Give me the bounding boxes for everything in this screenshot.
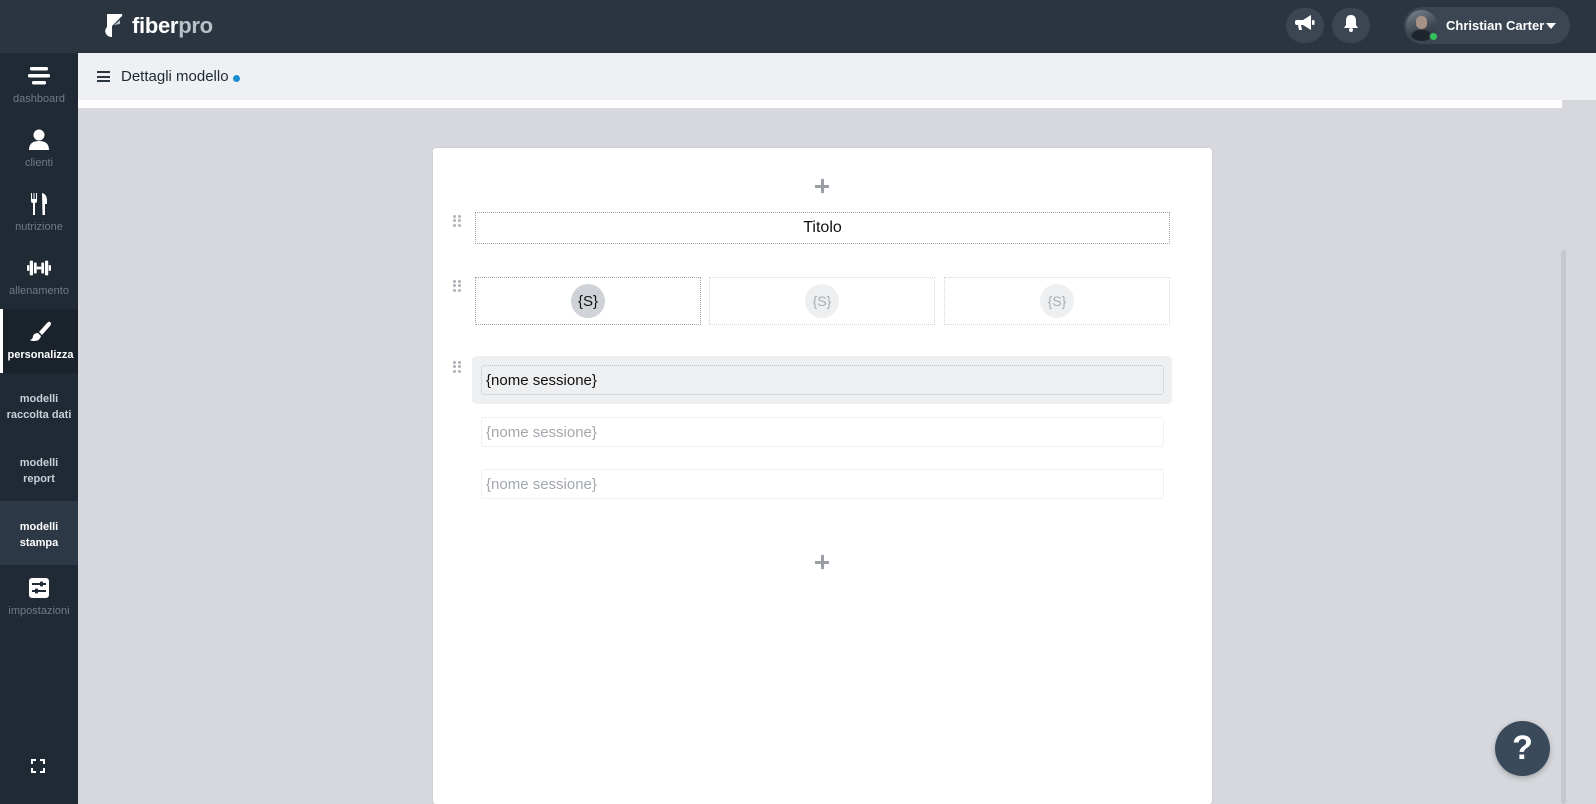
scrollbar-track	[1562, 100, 1596, 804]
drag-handle-icon[interactable]	[453, 361, 461, 373]
hamburger-icon[interactable]	[97, 71, 110, 82]
title-block[interactable]: Titolo	[475, 212, 1170, 244]
announcements-button[interactable]	[1286, 8, 1324, 43]
s-placeholder-badge: {S}	[1040, 284, 1074, 318]
sidebar-item-label: modelli stampa	[19, 520, 59, 549]
sidebar: dashboard clienti nutrizione allenamento…	[0, 53, 78, 804]
s-placeholder-badge: {S}	[571, 284, 605, 318]
user-menu[interactable]: Christian Carter	[1404, 7, 1570, 44]
session-row[interactable]: {nome sessione}	[481, 417, 1164, 447]
scrollbar-thumb[interactable]	[1561, 250, 1566, 804]
caret-down-icon[interactable]	[1546, 23, 1556, 29]
sidebar-item-label: personalizza	[7, 348, 74, 361]
sidebar-item-label: modelli report	[19, 456, 59, 485]
sliders-icon	[27, 576, 51, 600]
session-row[interactable]: {nome sessione}	[481, 365, 1164, 395]
fiberpro-logo-icon	[104, 13, 124, 39]
s-placeholder-badge: {S}	[805, 284, 839, 318]
help-button[interactable]: ?	[1495, 721, 1550, 776]
drag-handle-icon[interactable]	[453, 215, 461, 227]
sidebar-item-label: impostazioni	[8, 604, 70, 617]
brand-name: fiberpro	[132, 13, 213, 38]
s-cell[interactable]: {S}	[709, 277, 935, 325]
brand-logo[interactable]: fiberpro	[104, 12, 213, 40]
user-name: Christian Carter	[1446, 18, 1545, 33]
session-row[interactable]: {nome sessione}	[481, 469, 1164, 499]
sidebar-item-label: modelli raccolta dati	[6, 392, 72, 421]
sidebar-item-modelli-raccolta-dati[interactable]: modelli raccolta dati	[0, 373, 78, 437]
dumbbell-icon	[27, 256, 51, 280]
notifications-button[interactable]	[1332, 8, 1370, 43]
sidebar-item-modelli-report[interactable]: modelli report	[0, 437, 78, 501]
sidebar-item-impostazioni[interactable]: impostazioni	[0, 565, 78, 629]
sidebar-item-nutrizione[interactable]: nutrizione	[0, 181, 78, 245]
add-block-bottom-button[interactable]	[815, 555, 829, 569]
drag-handle-icon[interactable]	[453, 280, 461, 292]
sidebar-item-personalizza[interactable]: personalizza	[0, 309, 78, 373]
unsaved-indicator	[233, 75, 240, 82]
expand-icon[interactable]	[31, 759, 45, 773]
brush-icon	[29, 320, 53, 344]
header-divider	[78, 100, 1562, 108]
page-header: Dettagli modello	[78, 53, 1596, 100]
sidebar-item-label: allenamento	[9, 284, 69, 297]
s-cell[interactable]: {S}	[944, 277, 1170, 325]
sidebar-item-label: dashboard	[13, 92, 65, 105]
fork-knife-icon	[27, 192, 51, 216]
sidebar-item-modelli-stampa[interactable]: modelli stampa	[0, 501, 78, 565]
sidebar-item-label: nutrizione	[15, 220, 63, 233]
user-icon	[27, 128, 51, 152]
sidebar-item-dashboard[interactable]: dashboard	[0, 53, 78, 117]
sidebar-item-clienti[interactable]: clienti	[0, 117, 78, 181]
add-block-top-button[interactable]	[815, 179, 829, 193]
page-title: Dettagli modello	[121, 68, 229, 85]
sidebar-item-allenamento[interactable]: allenamento	[0, 245, 78, 309]
megaphone-icon	[1295, 14, 1315, 37]
online-status-dot	[1429, 32, 1438, 41]
bell-icon	[1343, 14, 1359, 37]
sidebar-item-label: clienti	[24, 156, 54, 169]
top-bar: fiberpro Christian Carter	[0, 0, 1596, 53]
dashboard-icon	[27, 64, 51, 88]
s-cell[interactable]: {S}	[475, 277, 701, 325]
